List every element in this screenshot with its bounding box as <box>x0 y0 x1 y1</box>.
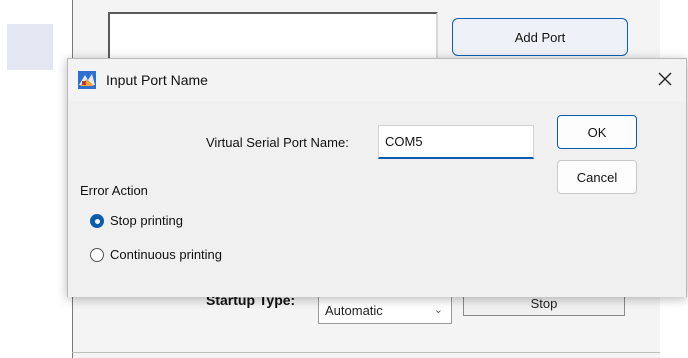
startup-type-value: Automatic <box>325 302 383 318</box>
dialog-titlebar[interactable]: Input Port Name <box>68 59 686 101</box>
input-port-name-dialog: Input Port Name Virtual Serial Port Name… <box>67 58 687 297</box>
stop-printing-label: Stop printing <box>110 213 183 228</box>
add-port-label: Add Port <box>514 29 566 45</box>
close-icon <box>658 72 672 89</box>
radio-unchecked-icon <box>90 247 104 262</box>
background-panel-square <box>7 24 53 70</box>
error-action-label: Error Action <box>80 183 148 198</box>
continuous-printing-label: Continuous printing <box>110 247 223 262</box>
close-button[interactable] <box>652 67 678 93</box>
virtual-port-label: Virtual Serial Port Name: <box>206 135 349 150</box>
startup-type-select[interactable]: Automatic ⌄ <box>318 296 452 324</box>
add-port-button[interactable]: Add Port <box>452 18 628 56</box>
cancel-button[interactable]: Cancel <box>557 160 637 194</box>
dialog-title: Input Port Name <box>106 72 208 88</box>
stop-printing-radio[interactable]: Stop printing <box>90 213 183 228</box>
ok-label: OK <box>587 124 607 140</box>
ok-button[interactable]: OK <box>557 115 637 149</box>
background-divider <box>72 352 660 353</box>
continuous-printing-radio[interactable]: Continuous printing <box>90 247 222 262</box>
port-listbox[interactable] <box>108 12 438 62</box>
virtual-port-input[interactable] <box>378 125 534 159</box>
radio-checked-icon <box>90 213 104 228</box>
stop-label: Stop <box>530 295 558 311</box>
cancel-label: Cancel <box>576 169 618 185</box>
chevron-down-icon: ⌄ <box>433 304 443 316</box>
printer-app-icon <box>78 71 96 89</box>
